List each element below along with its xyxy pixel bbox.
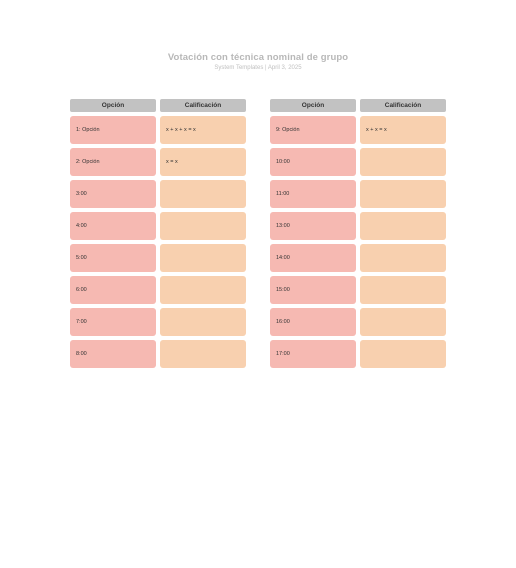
option-cell: 13:00: [270, 212, 356, 240]
option-cell: 7:00: [70, 308, 156, 336]
option-cell: 2: Opción: [70, 148, 156, 176]
rating-cell: [360, 340, 446, 368]
option-cell: 17:00: [270, 340, 356, 368]
rating-cell: x = x: [160, 148, 246, 176]
option-cell: 5:00: [70, 244, 156, 272]
table-row: 17:00: [270, 340, 446, 368]
option-cell: 9: Opción: [270, 116, 356, 144]
rating-cell: [360, 276, 446, 304]
rating-cell: [160, 276, 246, 304]
rating-cell: [360, 180, 446, 208]
rating-cell: [160, 180, 246, 208]
header-rating: Calificación: [360, 99, 446, 112]
option-cell: 3:00: [70, 180, 156, 208]
option-cell: 11:00: [270, 180, 356, 208]
rating-cell: [360, 148, 446, 176]
page-subtitle: System Templates | April 3, 2025: [0, 65, 516, 71]
table-row: 3:00: [70, 180, 246, 208]
tables-wrapper: Opción Calificación 1: Opción x + x + x …: [0, 99, 516, 368]
table-row: 9: Opción x + x = x: [270, 116, 446, 144]
page-title: Votación con técnica nominal de grupo: [0, 52, 516, 63]
rating-cell: [160, 212, 246, 240]
table-header-row: Opción Calificación: [270, 99, 446, 112]
option-cell: 1: Opción: [70, 116, 156, 144]
table-row: 2: Opción x = x: [70, 148, 246, 176]
rating-cell: [360, 212, 446, 240]
option-cell: 4:00: [70, 212, 156, 240]
table-row: 13:00: [270, 212, 446, 240]
rating-cell: x + x + x = x: [160, 116, 246, 144]
table-row: 4:00: [70, 212, 246, 240]
option-cell: 16:00: [270, 308, 356, 336]
table-row: 16:00: [270, 308, 446, 336]
header-option: Opción: [70, 99, 156, 112]
rating-cell: x + x = x: [360, 116, 446, 144]
table-row: 5:00: [70, 244, 246, 272]
rating-cell: [360, 244, 446, 272]
rating-cell: [160, 244, 246, 272]
rating-cell: [360, 308, 446, 336]
option-cell: 14:00: [270, 244, 356, 272]
rating-cell: [160, 308, 246, 336]
table-row: 11:00: [270, 180, 446, 208]
header-option: Opción: [270, 99, 356, 112]
table-row: 14:00: [270, 244, 446, 272]
table-row: 8:00: [70, 340, 246, 368]
header-rating: Calificación: [160, 99, 246, 112]
option-cell: 15:00: [270, 276, 356, 304]
right-table: Opción Calificación 9: Opción x + x = x …: [270, 99, 446, 368]
option-cell: 10:00: [270, 148, 356, 176]
table-row: 7:00: [70, 308, 246, 336]
rating-cell: [160, 340, 246, 368]
table-row: 10:00: [270, 148, 446, 176]
option-cell: 8:00: [70, 340, 156, 368]
table-header-row: Opción Calificación: [70, 99, 246, 112]
left-table: Opción Calificación 1: Opción x + x + x …: [70, 99, 246, 368]
table-row: 6:00: [70, 276, 246, 304]
table-row: 15:00: [270, 276, 446, 304]
table-row: 1: Opción x + x + x = x: [70, 116, 246, 144]
option-cell: 6:00: [70, 276, 156, 304]
